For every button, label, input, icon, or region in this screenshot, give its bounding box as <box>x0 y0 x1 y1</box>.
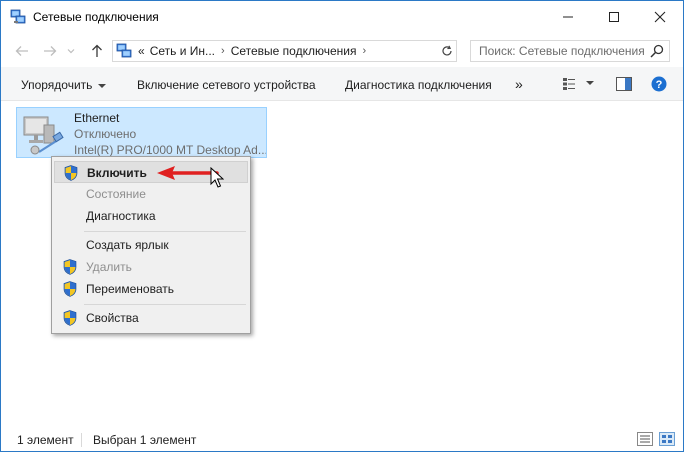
window-title: Сетевые подключения <box>33 10 159 24</box>
status-bar: 1 элемент Выбран 1 элемент <box>1 423 683 451</box>
mouse-cursor-icon <box>210 167 224 188</box>
close-button[interactable] <box>637 1 683 33</box>
large-icons-view-icon[interactable] <box>659 432 675 446</box>
dropdown-arrow-icon <box>98 83 107 88</box>
view-options-arrow-icon[interactable] <box>586 81 594 85</box>
connection-name: Ethernet <box>74 111 120 125</box>
organize-label: Упорядочить <box>21 78 93 92</box>
connection-item-ethernet[interactable]: Ethernet Отключено Intel(R) PRO/1000 MT … <box>16 107 267 158</box>
menu-item-properties[interactable]: Свойства <box>54 307 248 329</box>
help-icon[interactable]: ? <box>651 76 667 92</box>
breadcrumb-item[interactable]: Сетевые подключения <box>231 44 357 58</box>
diagnose-connection-button[interactable]: Диагностика подключения <box>345 78 492 92</box>
command-bar: Упорядочить Включение сетевого устройств… <box>1 67 683 101</box>
recent-locations-button[interactable] <box>65 42 77 60</box>
uac-shield-icon <box>63 259 77 275</box>
breadcrumb-separator-icon[interactable]: › <box>362 45 366 57</box>
explorer-window: Сетевые подключения « Сеть и Ин... › Сет… <box>0 0 684 452</box>
uac-shield-icon <box>63 281 77 297</box>
menu-item-label: Удалить <box>86 260 132 274</box>
menu-item-create-shortcut[interactable]: Создать ярлык <box>54 234 248 256</box>
minimize-icon <box>563 16 573 18</box>
uac-shield-icon <box>64 165 78 181</box>
uac-shield-icon <box>63 310 77 326</box>
status-separator <box>81 433 82 447</box>
maximize-icon <box>609 12 619 22</box>
svg-text:?: ? <box>656 79 663 91</box>
menu-item-label: Создать ярлык <box>86 238 169 252</box>
navigation-bar: « Сеть и Ин... › Сетевые подключения › П… <box>1 34 683 67</box>
network-connections-icon <box>10 9 26 24</box>
refresh-icon <box>442 45 452 56</box>
minimize-button[interactable] <box>545 1 591 33</box>
menu-item-delete[interactable]: Удалить <box>54 256 248 278</box>
enable-device-button[interactable]: Включение сетевого устройства <box>137 78 316 92</box>
connection-adapter: Intel(R) PRO/1000 MT Desktop Ad... <box>74 143 266 157</box>
menu-separator <box>84 304 246 305</box>
details-view-icon[interactable] <box>637 432 653 446</box>
menu-item-diagnose[interactable]: Диагностика <box>54 205 248 227</box>
search-box[interactable]: Поиск: Сетевые подключения <box>470 40 670 62</box>
network-connections-icon <box>116 43 132 58</box>
menu-item-label: Состояние <box>86 187 146 201</box>
menu-separator <box>84 231 246 232</box>
change-view-icon[interactable] <box>562 77 576 91</box>
menu-item-label: Переименовать <box>86 282 174 296</box>
breadcrumb-separator-icon[interactable]: › <box>221 45 225 57</box>
item-count: 1 элемент <box>17 433 74 447</box>
arrow-left-icon <box>15 46 28 56</box>
organize-button[interactable]: Упорядочить <box>21 78 107 92</box>
arrow-right-icon <box>44 46 57 56</box>
connection-status: Отключено <box>74 127 137 141</box>
chevron-down-icon <box>67 49 75 54</box>
arrow-up-icon <box>92 44 102 57</box>
search-input[interactable]: Поиск: Сетевые подключения <box>479 44 649 58</box>
breadcrumb-overflow[interactable]: « <box>138 44 145 58</box>
maximize-button[interactable] <box>591 1 637 33</box>
selection-count: Выбран 1 элемент <box>93 433 197 447</box>
refresh-button[interactable] <box>437 40 457 62</box>
address-bar[interactable]: « Сеть и Ин... › Сетевые подключения › <box>112 40 457 62</box>
search-icon[interactable] <box>649 43 665 59</box>
menu-item-label: Свойства <box>86 311 139 325</box>
forward-button[interactable] <box>41 42 59 60</box>
up-button[interactable] <box>88 42 106 60</box>
title-bar[interactable]: Сетевые подключения <box>1 1 683 34</box>
back-button[interactable] <box>13 42 31 60</box>
menu-item-label: Диагностика <box>86 209 156 223</box>
menu-item-label: Включить <box>87 166 147 180</box>
network-adapter-icon <box>23 116 64 155</box>
more-commands-button[interactable]: » <box>515 76 523 92</box>
menu-item-rename[interactable]: Переименовать <box>54 278 248 300</box>
preview-pane-icon[interactable] <box>616 77 632 91</box>
breadcrumb-item[interactable]: Сеть и Ин... <box>150 44 215 58</box>
close-icon <box>654 11 666 23</box>
